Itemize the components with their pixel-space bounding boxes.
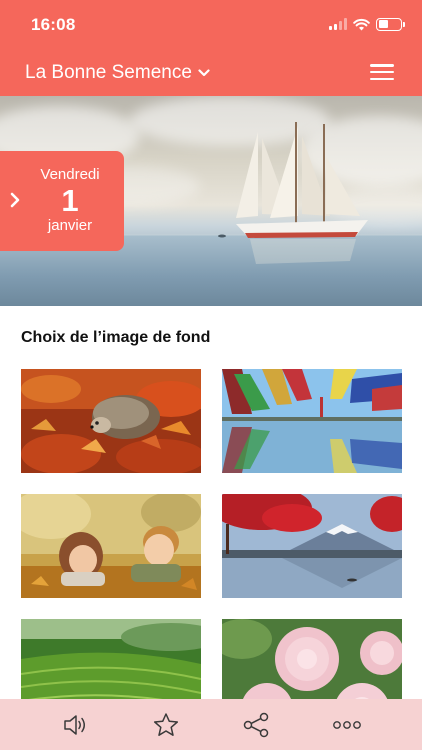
- status-bar: 16:08: [0, 0, 422, 48]
- date-day: 1: [61, 183, 79, 218]
- hamburger-menu-icon[interactable]: [370, 64, 394, 80]
- status-icons: [329, 17, 405, 31]
- wifi-icon: [353, 18, 370, 30]
- star-icon[interactable]: [146, 705, 186, 745]
- date-weekday: Vendredi: [40, 166, 100, 183]
- app-title-dropdown[interactable]: La Bonne Semence: [25, 62, 210, 84]
- section-title: Choix de l’image de fond: [21, 329, 211, 346]
- date-selector[interactable]: Vendredi 1 janvier: [0, 151, 124, 251]
- app-header: 16:08 La Bonne Semence: [0, 0, 422, 96]
- chevron-down-icon: [198, 69, 210, 77]
- children-in-leaves-image[interactable]: [21, 494, 201, 598]
- status-time: 16:08: [31, 15, 76, 34]
- mount-fuji-red-tree-image[interactable]: [222, 494, 402, 598]
- colored-yarn-reflection-image[interactable]: [222, 369, 402, 473]
- signal-icon: [329, 18, 347, 30]
- date-month: janvier: [47, 217, 93, 234]
- share-icon[interactable]: [236, 705, 276, 745]
- bottom-tab-bar: [0, 699, 422, 750]
- hedgehog-autumn-image[interactable]: [21, 369, 201, 473]
- more-icon[interactable]: [327, 705, 367, 745]
- app-title-label: La Bonne Semence: [25, 62, 192, 83]
- speaker-icon[interactable]: [55, 705, 95, 745]
- battery-icon: [376, 17, 405, 31]
